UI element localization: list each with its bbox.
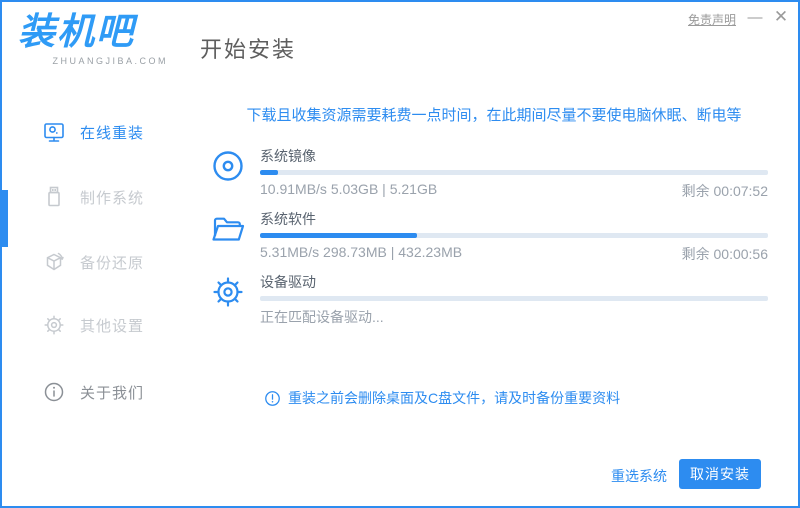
main-panel: 下载且收集资源需要耗费一点时间，在此期间尽量不要使电脑休眠、断电等 系统镜像 1…	[190, 90, 798, 506]
backup-warning-text: 重装之前会删除桌面及C盘文件，请及时备份重要资料	[288, 390, 621, 406]
task-name: 设备驱动	[260, 274, 316, 290]
task-stats: 10.91MB/s 5.03GB | 5.21GB	[260, 181, 438, 197]
sidebar-item-backup-restore[interactable]: 备份还原	[2, 242, 190, 282]
task-row-system-image: 系统镜像 10.91MB/s 5.03GB | 5.21GB 剩余 00:07:…	[190, 142, 798, 204]
task-remaining: 剩余 00:07:52	[681, 183, 768, 199]
monitor-icon	[42, 120, 66, 144]
progress-bar	[260, 233, 768, 238]
task-name: 系统镜像	[260, 148, 316, 164]
task-stats: 5.31MB/s 298.73MB | 432.23MB	[260, 244, 463, 260]
task-name: 系统软件	[260, 211, 316, 227]
task-status: 正在匹配设备驱动...	[260, 309, 384, 325]
page-title: 开始安装	[200, 37, 297, 62]
task-remaining: 剩余 00:00:56	[681, 246, 768, 262]
cancel-install-button[interactable]: 取消安装	[679, 459, 761, 489]
task-row-device-driver: 设备驱动 正在匹配设备驱动...	[190, 268, 798, 330]
download-notice: 下载且收集资源需要耗费一点时间，在此期间尽量不要使电脑休眠、断电等	[246, 107, 742, 124]
sidebar-item-online-reinstall[interactable]: 在线重装	[2, 112, 190, 152]
task-row-system-software: 系统软件 5.31MB/s 298.73MB | 432.23MB 剩余 00:…	[190, 205, 798, 267]
sidebar-item-label: 关于我们	[80, 384, 145, 402]
usb-icon	[42, 185, 66, 209]
backup-icon	[42, 250, 66, 274]
sidebar: 在线重装 制作系统 备份还原 其他设置 关于我们	[2, 90, 190, 506]
minimize-button[interactable]: —	[744, 6, 766, 28]
header: 装机吧 ZHUANGJIBA.COM 开始安装 免责声明 — ✕	[2, 2, 798, 90]
logo-text: 装机吧	[18, 11, 135, 52]
disclaimer-link[interactable]: 免责声明	[688, 11, 736, 28]
sidebar-item-make-system[interactable]: 制作系统	[2, 177, 190, 217]
logo-subtext: ZHUANGJIBA.COM	[52, 56, 168, 66]
progress-fill	[260, 233, 418, 238]
gear-icon	[210, 274, 246, 310]
sidebar-item-label: 备份还原	[80, 254, 145, 272]
sidebar-item-label: 制作系统	[80, 189, 145, 207]
reselect-system-link[interactable]: 重选系统	[611, 466, 667, 486]
alert-circle-icon	[264, 390, 281, 407]
sidebar-item-about-us[interactable]: 关于我们	[2, 372, 190, 412]
disc-icon	[210, 148, 246, 184]
close-button[interactable]: ✕	[770, 6, 792, 28]
backup-warning: 重装之前会删除桌面及C盘文件，请及时备份重要资料	[264, 388, 620, 408]
folder-open-icon	[210, 211, 246, 247]
sidebar-item-label: 其他设置	[80, 317, 145, 335]
progress-fill	[260, 170, 278, 175]
app-window: 装机吧 ZHUANGJIBA.COM 开始安装 免责声明 — ✕ 在线重装 制作…	[0, 0, 800, 508]
progress-bar	[260, 170, 768, 175]
sidebar-item-other-settings[interactable]: 其他设置	[2, 305, 190, 345]
about-icon	[42, 380, 66, 404]
progress-bar	[260, 296, 768, 301]
sidebar-item-label: 在线重装	[80, 124, 145, 142]
settings-icon	[42, 313, 66, 337]
app-logo: 装机吧 ZHUANGJIBA.COM	[18, 10, 168, 66]
